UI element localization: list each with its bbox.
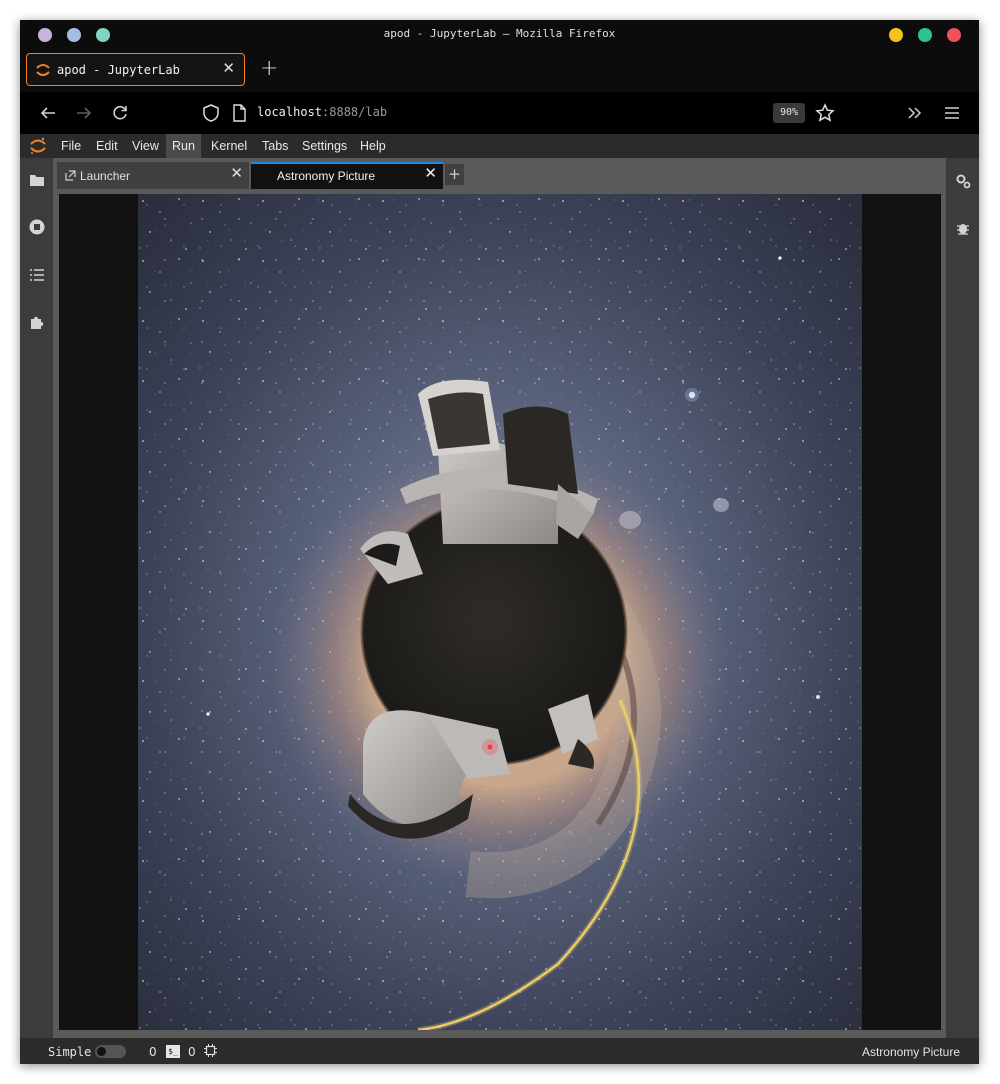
url-host: localhost	[257, 105, 323, 119]
zoom-level[interactable]: 90%	[773, 103, 805, 123]
add-tab-button[interactable]: +	[445, 164, 464, 185]
menu-run[interactable]: Run	[166, 134, 201, 158]
firefox-window: apod - JupyterLab — Mozilla Firefox apod…	[20, 20, 979, 1064]
status-bar: Simple 0 $_ 0 Astronomy Picture	[20, 1038, 979, 1064]
terminals-count[interactable]: 0	[149, 1045, 157, 1059]
right-sidebar	[946, 158, 979, 1038]
url-path: :8888/lab	[322, 105, 388, 119]
shield-icon[interactable]	[202, 103, 220, 123]
menu-help[interactable]: Help	[354, 134, 392, 158]
menu-kernel[interactable]: Kernel	[205, 134, 253, 158]
running-stop-icon[interactable]	[29, 219, 45, 235]
menu-settings[interactable]: Settings	[296, 134, 353, 158]
navigation-bar: localhost:8888/lab 90%	[20, 92, 979, 134]
forward-arrow-icon[interactable]	[74, 103, 94, 123]
close-astronomy-tab-icon[interactable]: ✕	[424, 166, 437, 181]
astronomy-picture-image	[138, 194, 862, 1030]
simple-mode-toggle[interactable]	[95, 1045, 126, 1058]
minimize-button[interactable]	[889, 28, 903, 42]
table-of-contents-icon[interactable]	[29, 268, 45, 282]
left-sidebar	[20, 158, 53, 1038]
status-active-document: Astronomy Picture	[861, 1045, 960, 1059]
window-titlebar: apod - JupyterLab — Mozilla Firefox	[20, 20, 979, 50]
close-tab-icon[interactable]: ✕	[222, 61, 235, 76]
browser-tab-strip: apod - JupyterLab ✕ +	[20, 50, 979, 92]
kernels-count[interactable]: 0	[188, 1045, 196, 1059]
terminal-icon: $_	[166, 1045, 180, 1058]
reload-icon[interactable]	[110, 103, 130, 123]
menu-view[interactable]: View	[126, 134, 165, 158]
tab-astronomy-picture-label: Astronomy Picture	[277, 169, 376, 183]
menu-bar: File Edit View Run Kernel Tabs Settings …	[20, 134, 979, 158]
tab-launcher[interactable]: Launcher ✕	[57, 162, 249, 189]
property-inspector-gears-icon[interactable]	[955, 173, 971, 189]
bookmark-star-icon[interactable]	[815, 103, 835, 123]
browser-tab-apod[interactable]: apod - JupyterLab ✕	[26, 53, 245, 86]
back-arrow-icon[interactable]	[38, 103, 58, 123]
tab-astronomy-picture[interactable]: Astronomy Picture ✕	[251, 162, 443, 189]
debugger-bug-icon[interactable]	[955, 220, 971, 236]
menu-edit[interactable]: Edit	[90, 134, 124, 158]
image-viewer	[59, 194, 941, 1030]
jupyter-logo-icon	[30, 137, 46, 154]
browser-tab-title: apod - JupyterLab	[57, 63, 180, 77]
maximize-button[interactable]	[918, 28, 932, 42]
jupyter-favicon-icon	[36, 64, 50, 76]
launcher-icon	[65, 170, 76, 181]
menu-file[interactable]: File	[55, 134, 87, 158]
url-bar[interactable]: localhost:8888/lab	[257, 105, 387, 119]
close-button[interactable]	[947, 28, 961, 42]
overflow-chevrons-icon[interactable]	[905, 103, 925, 123]
menu-tabs[interactable]: Tabs	[256, 134, 294, 158]
folder-icon[interactable]	[29, 173, 45, 187]
jupyterlab-app: File Edit View Run Kernel Tabs Settings …	[20, 134, 979, 1064]
simple-mode-label: Simple	[48, 1045, 92, 1059]
page-icon	[233, 104, 246, 122]
extension-puzzle-icon[interactable]	[29, 314, 45, 330]
main-dock-panel: Launcher ✕ Astronomy Picture ✕ +	[53, 158, 946, 1038]
kernel-chip-icon	[204, 1044, 217, 1057]
window-title: apod - JupyterLab — Mozilla Firefox	[383, 27, 616, 40]
tab-launcher-label: Launcher	[80, 169, 131, 183]
hamburger-menu-icon[interactable]	[942, 103, 962, 123]
close-launcher-tab-icon[interactable]: ✕	[230, 166, 243, 181]
new-tab-button[interactable]: +	[260, 58, 278, 80]
